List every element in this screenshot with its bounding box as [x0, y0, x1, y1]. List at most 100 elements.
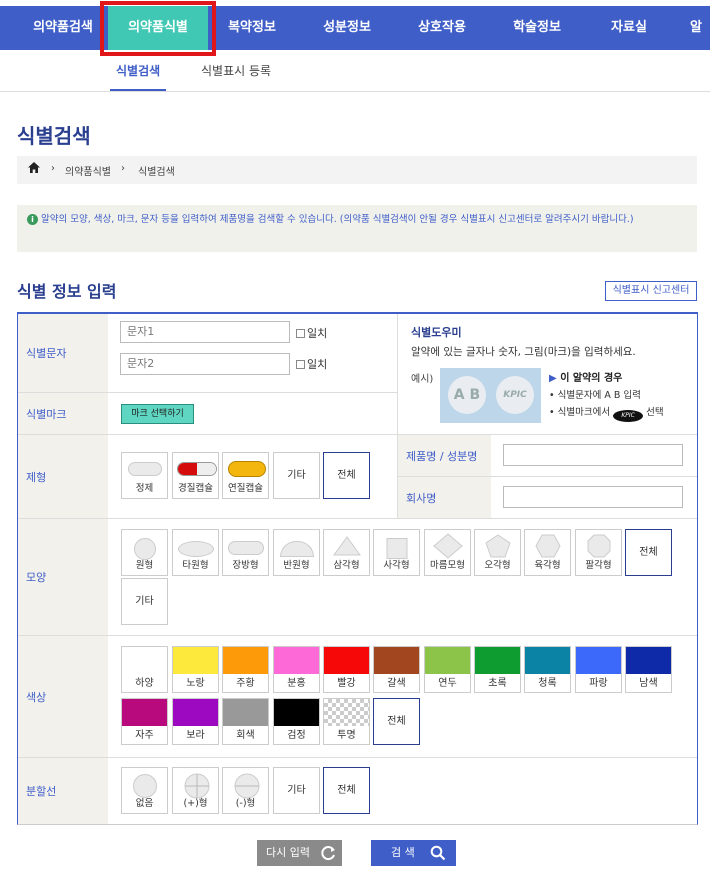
divider — [18, 434, 697, 435]
help-step1: • 식별문자에 A B 입력 — [549, 390, 641, 401]
shape-oval[interactable]: 타원형 — [172, 529, 219, 576]
kpic-mark-icon: KPIC — [613, 410, 644, 422]
subnav-id-register[interactable]: 식별표시 등록 — [201, 62, 271, 79]
label-chars: 식별문자 — [18, 314, 108, 392]
form-all[interactable]: 전체 — [323, 452, 370, 499]
shape-oblong[interactable]: 장방형 — [222, 529, 269, 576]
nav-item-ingredient-info[interactable]: 성분정보 — [310, 6, 384, 50]
nav-item-archive[interactable]: 자료실 — [596, 6, 662, 50]
form-hard-capsule[interactable]: 경질캡슐 — [172, 452, 219, 499]
search-button[interactable]: 검 색 — [371, 840, 456, 866]
color-option[interactable]: 남색 — [625, 646, 672, 693]
color-option[interactable]: 갈색 — [373, 646, 420, 693]
shape-other[interactable]: 기타 — [121, 578, 168, 625]
char1-input[interactable]: 문자1 — [120, 321, 290, 343]
color-option[interactable]: 초록 — [474, 646, 521, 693]
label-form: 제형 — [18, 435, 108, 518]
color-option[interactable]: 청록 — [524, 646, 571, 693]
notice-box: i 알약의 모양, 색상, 마크, 문자 등을 입력하여 제품명을 검색할 수 … — [17, 205, 697, 252]
help-desc: 알약에 있는 글자나 숫자, 그림(마크)을 입력하세요. — [411, 346, 636, 358]
report-center-button[interactable]: 식별표시 신고센터 — [605, 281, 697, 301]
notice-text: 알약의 모양, 색상, 마크, 문자 등을 입력하여 제품명을 검색할 수 있습… — [41, 214, 634, 225]
color-swatch — [374, 647, 419, 674]
company-name-input[interactable] — [503, 486, 683, 508]
color-label: 남색 — [639, 678, 658, 689]
shape-all[interactable]: 전체 — [625, 529, 672, 576]
form-soft-capsule[interactable]: 연질캡슐 — [222, 452, 269, 499]
breadcrumb: › 의약품식별 › 식별검색 — [17, 156, 697, 184]
color-swatch — [626, 647, 671, 674]
color-option[interactable]: 파랑 — [575, 646, 622, 693]
split-other[interactable]: 기타 — [273, 767, 320, 814]
color-option[interactable]: 주황 — [222, 646, 269, 693]
nav-item-more[interactable]: 알 — [690, 6, 710, 50]
color-label: 자주 — [135, 730, 154, 741]
reset-button[interactable]: 다시 입력 — [257, 840, 342, 866]
triangle-icon: ▶ — [549, 373, 557, 384]
help-case-title: ▶ 이 알약의 경우 — [549, 373, 623, 384]
color-swatch — [173, 647, 218, 674]
shape-pentagon[interactable]: 오각형 — [474, 529, 521, 576]
split-minus[interactable]: (-)형 — [222, 767, 269, 814]
breadcrumb-item[interactable]: 의약품식별 — [65, 163, 111, 178]
form-other[interactable]: 기타 — [273, 452, 320, 499]
color-option[interactable]: 노랑 — [172, 646, 219, 693]
color-label: 파랑 — [589, 678, 608, 689]
color-label: 검정 — [287, 730, 306, 741]
refresh-icon — [321, 845, 337, 871]
shape-diamond[interactable]: 마름모형 — [424, 529, 471, 576]
color-option[interactable]: 보라 — [172, 698, 219, 745]
section-title: 식별 정보 입력 — [17, 282, 117, 301]
shape-triangle[interactable]: 삼각형 — [323, 529, 370, 576]
home-icon[interactable] — [27, 161, 41, 177]
nav-item-academic[interactable]: 학술정보 — [500, 6, 574, 50]
color-option[interactable]: 빨강 — [323, 646, 370, 693]
form-tablet[interactable]: 정제 — [121, 452, 168, 499]
color-label: 빨강 — [337, 678, 356, 689]
breadcrumb-item[interactable]: 식별검색 — [138, 163, 175, 178]
nav-item-medication-info[interactable]: 복약정보 — [215, 6, 289, 50]
color-label: 노랑 — [186, 678, 205, 689]
pill-back: KPIC — [496, 376, 534, 414]
color-option[interactable]: 하양 — [121, 646, 168, 693]
color-option[interactable]: 자주 — [121, 698, 168, 745]
divider — [18, 518, 697, 519]
color-label: 보라 — [186, 730, 205, 741]
shape-hexagon[interactable]: 육각형 — [524, 529, 571, 576]
shape-octagon[interactable]: 팔각형 — [575, 529, 622, 576]
color-all[interactable]: 전체 — [373, 698, 420, 745]
color-option[interactable]: 연두 — [424, 646, 471, 693]
color-swatch — [122, 647, 167, 674]
split-all[interactable]: 전체 — [323, 767, 370, 814]
color-label: 투명 — [337, 730, 356, 741]
split-none[interactable]: 없음 — [121, 767, 168, 814]
shape-square[interactable]: 사각형 — [373, 529, 420, 576]
shape-round[interactable]: 원형 — [121, 529, 168, 576]
sub-nav: 식별검색 식별표시 등록 — [0, 50, 710, 92]
example-pill-image: A B KPIC — [440, 368, 541, 423]
char2-match-checkbox[interactable]: 일치 — [296, 356, 327, 372]
color-option[interactable]: 투명 — [323, 698, 370, 745]
color-option[interactable]: 회색 — [222, 698, 269, 745]
color-label: 초록 — [488, 678, 507, 689]
split-plus[interactable]: (+)형 — [172, 767, 219, 814]
help-example-label: 예시) — [411, 374, 434, 385]
color-option[interactable]: 검정 — [273, 698, 320, 745]
char2-input[interactable]: 문자2 — [120, 353, 290, 375]
product-name-input[interactable] — [503, 444, 683, 466]
nav-item-interaction[interactable]: 상호작용 — [405, 6, 479, 50]
color-option[interactable]: 분홍 — [273, 646, 320, 693]
color-swatch — [525, 647, 570, 674]
char1-match-checkbox[interactable]: 일치 — [296, 325, 327, 341]
color-label: 연두 — [438, 678, 457, 689]
color-swatch — [173, 699, 218, 726]
mark-select-button[interactable]: 마크 선택하기 — [121, 404, 194, 424]
breadcrumb-sep-icon: › — [121, 163, 125, 174]
color-label: 회색 — [236, 730, 255, 741]
divider — [18, 392, 398, 393]
shape-half-round[interactable]: 반원형 — [273, 529, 320, 576]
subnav-active-indicator — [110, 89, 166, 91]
nav-item-drug-search[interactable]: 의약품검색 — [20, 6, 106, 50]
subnav-id-search[interactable]: 식별검색 — [116, 62, 160, 79]
help-step2: • 식별마크에서 KPIC 선택 — [549, 404, 664, 422]
